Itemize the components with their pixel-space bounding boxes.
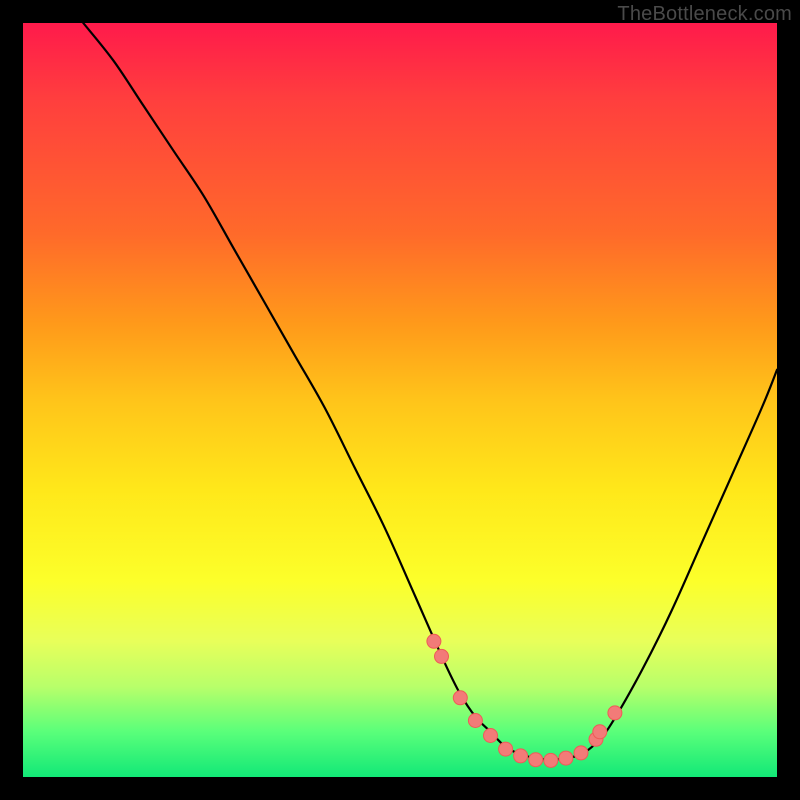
bottleneck-curve: [83, 23, 777, 760]
data-marker: [593, 725, 607, 739]
chart-frame: TheBottleneck.com: [0, 0, 800, 800]
data-marker: [544, 753, 558, 767]
data-marker: [559, 751, 573, 765]
data-marker: [574, 746, 588, 760]
data-marker: [514, 749, 528, 763]
data-marker: [499, 742, 513, 756]
data-marker: [529, 753, 543, 767]
data-marker: [468, 714, 482, 728]
data-marker: [453, 691, 467, 705]
data-marker: [608, 706, 622, 720]
data-marker: [484, 729, 498, 743]
data-marker: [427, 634, 441, 648]
chart-svg: [23, 23, 777, 777]
data-marker: [435, 649, 449, 663]
watermark-text: TheBottleneck.com: [617, 3, 792, 26]
